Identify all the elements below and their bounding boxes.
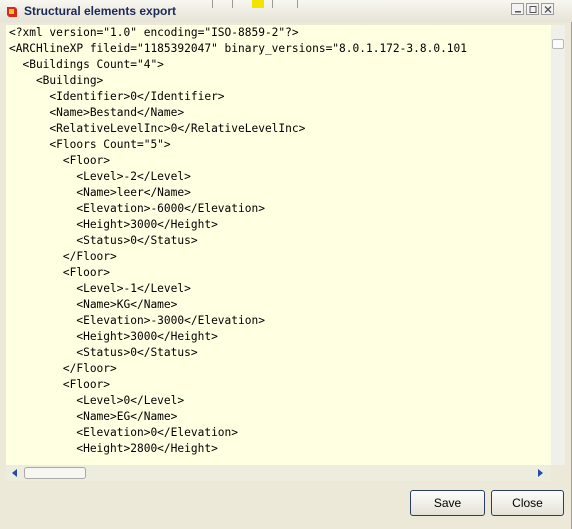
save-button[interactable]: Save <box>410 490 485 516</box>
horizontal-scroll-thumb[interactable] <box>24 467 86 479</box>
window-title: Structural elements export <box>24 4 177 18</box>
code-line: <Floors Count="5"> <box>9 138 171 151</box>
code-line: <Buildings Count="4"> <box>9 58 164 71</box>
code-line: <Height>2800</Height> <box>9 442 218 455</box>
code-line: <Name>EG</Name> <box>9 410 178 423</box>
code-line: <Floor> <box>9 378 111 391</box>
scroll-right-arrow-icon[interactable] <box>537 469 544 477</box>
scroll-corner <box>551 465 565 481</box>
vertical-scrollbar[interactable] <box>551 25 565 465</box>
code-line: <ARCHlineXP fileid="1185392047" binary_v… <box>9 42 468 55</box>
close-button[interactable]: Close <box>491 490 564 516</box>
code-line: <RelativeLevelInc>0</RelativeLevelInc> <box>9 122 306 135</box>
close-icon[interactable] <box>541 3 554 15</box>
horizontal-scrollbar[interactable] <box>6 465 551 481</box>
code-line: <Elevation>0</Elevation> <box>9 426 239 439</box>
code-line: <Identifier>0</Identifier> <box>9 90 225 103</box>
background-window-strip <box>212 0 298 8</box>
scroll-left-arrow-icon[interactable] <box>11 469 18 477</box>
code-line: <Elevation>-6000</Elevation> <box>9 202 265 215</box>
code-line: <Name>leer</Name> <box>9 186 191 199</box>
vertical-scroll-thumb[interactable] <box>552 39 564 49</box>
code-line: <Status>0</Status> <box>9 346 198 359</box>
maximize-icon[interactable] <box>526 3 539 15</box>
app-icon <box>7 7 17 17</box>
code-line: <Name>KG</Name> <box>9 298 178 311</box>
code-line: <Floor> <box>9 266 111 279</box>
title-bar[interactable]: Structural elements export <box>0 0 572 22</box>
code-line: <Building> <box>9 74 104 87</box>
export-dialog: Structural elements export <?xml version… <box>0 0 572 529</box>
code-line: </Floor> <box>9 250 117 263</box>
code-line: <Floor> <box>9 154 111 167</box>
code-line: <Height>3000</Height> <box>9 330 218 343</box>
code-line: <Elevation>-3000</Elevation> <box>9 314 265 327</box>
code-line: <Name>Bestand</Name> <box>9 106 185 119</box>
code-line: <Status>0</Status> <box>9 234 198 247</box>
code-line: </Floor> <box>9 362 117 375</box>
code-line: <?xml version="1.0" encoding="ISO-8859-2… <box>9 26 299 39</box>
minimize-icon[interactable] <box>511 3 524 15</box>
code-line: <Level>-2</Level> <box>9 170 191 183</box>
code-line: <Height>3000</Height> <box>9 218 218 231</box>
xml-text-area[interactable]: <?xml version="1.0" encoding="ISO-8859-2… <box>6 25 551 465</box>
code-line: <Level>-1</Level> <box>9 282 191 295</box>
code-line: <Level>0</Level> <box>9 394 185 407</box>
